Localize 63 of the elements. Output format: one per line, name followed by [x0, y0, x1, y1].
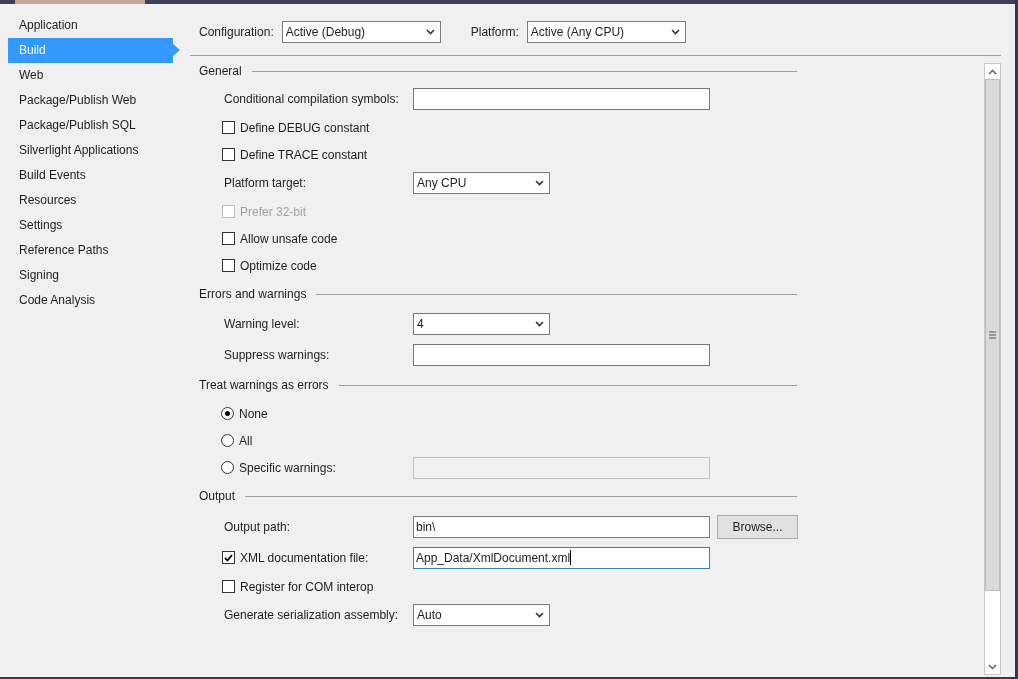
sidebar-item[interactable]: Package/Publish Web	[8, 88, 173, 113]
text-field[interactable]: App_Data/XmlDocument.xml	[413, 546, 710, 569]
section-title: Output	[199, 489, 236, 503]
dropdown-chevron-icon	[670, 28, 680, 35]
grip-icon	[989, 331, 996, 339]
text-cursor	[570, 550, 572, 565]
scroll-up-icon[interactable]	[988, 68, 997, 75]
selection-pointer-icon	[173, 44, 180, 56]
section-title: Treat warnings as errors	[199, 378, 329, 392]
text-field[interactable]	[413, 343, 710, 366]
platform-label: Platform:	[470, 24, 519, 39]
field-label: Conditional compilation symbols:	[224, 91, 399, 106]
checkbox[interactable]	[222, 551, 235, 564]
checkbox-label: Optimize code	[240, 258, 317, 273]
field-label: Platform target:	[224, 176, 307, 190]
dropdown[interactable]: Auto	[413, 604, 550, 626]
dropdown-chevron-icon	[535, 321, 544, 327]
dropdown[interactable]: Any CPU	[413, 172, 550, 194]
field-label: Generate serialization assembly:	[224, 608, 399, 622]
sidebar-item[interactable]: Settings	[8, 213, 173, 238]
field-label: Warning level:	[224, 317, 300, 331]
text-field[interactable]	[413, 87, 710, 110]
checkbox-label: XML documentation file:	[240, 550, 369, 565]
section-title: Errors and warnings	[199, 287, 307, 301]
dropdown[interactable]: 4	[413, 313, 550, 335]
sidebar-item[interactable]: Silverlight Applications	[8, 138, 173, 163]
radio-button[interactable]	[221, 434, 234, 447]
vertical-scrollbar[interactable]	[984, 63, 1001, 675]
checkbox-label: Allow unsafe code	[240, 231, 338, 246]
sidebar-item[interactable]: Package/Publish SQL	[8, 113, 173, 138]
checkbox[interactable]	[222, 259, 235, 272]
dropdown-chevron-icon	[425, 28, 435, 35]
sidebar-item[interactable]: Code Analysis	[8, 288, 173, 313]
radio-label: Specific warnings:	[239, 460, 336, 475]
sidebar-item[interactable]: Web	[8, 63, 173, 88]
sidebar-item[interactable]: Signing	[8, 263, 173, 288]
dropdown-chevron-icon	[535, 612, 544, 618]
sidebar-item[interactable]: Resources	[8, 188, 173, 213]
section-title: General	[199, 64, 242, 78]
checkbox-label: Define DEBUG constant	[240, 120, 370, 135]
checkbox-label: Prefer 32-bit	[240, 204, 307, 219]
field-label: Output path:	[224, 519, 291, 534]
configuration-dropdown[interactable]: Active (Debug)	[281, 20, 441, 43]
checkbox[interactable]	[222, 232, 235, 245]
sidebar-item[interactable]: Application	[8, 13, 173, 38]
radio-label: All	[239, 433, 253, 448]
checkbox-label: Register for COM interop	[240, 579, 374, 594]
radio-button[interactable]	[221, 407, 234, 420]
checkbox[interactable]	[222, 580, 235, 593]
dropdown-chevron-icon	[535, 180, 544, 186]
sidebar-item[interactable]: Reference Paths	[8, 238, 173, 263]
radio-label: None	[239, 406, 268, 421]
checkbox[interactable]	[222, 121, 235, 134]
text-field[interactable]: bin\	[413, 515, 710, 538]
scroll-down-icon[interactable]	[988, 663, 997, 670]
field-label: Suppress warnings:	[224, 347, 330, 362]
checkbox-label: Define TRACE constant	[240, 147, 368, 162]
checkbox[interactable]	[222, 148, 235, 161]
configuration-label: Configuration:	[199, 24, 274, 39]
sidebar-item[interactable]: Build Events	[8, 163, 173, 188]
radio-button[interactable]	[221, 461, 234, 474]
platform-dropdown[interactable]: Active (Any CPU)	[526, 20, 686, 43]
browse-button[interactable]: Browse...	[717, 514, 798, 539]
